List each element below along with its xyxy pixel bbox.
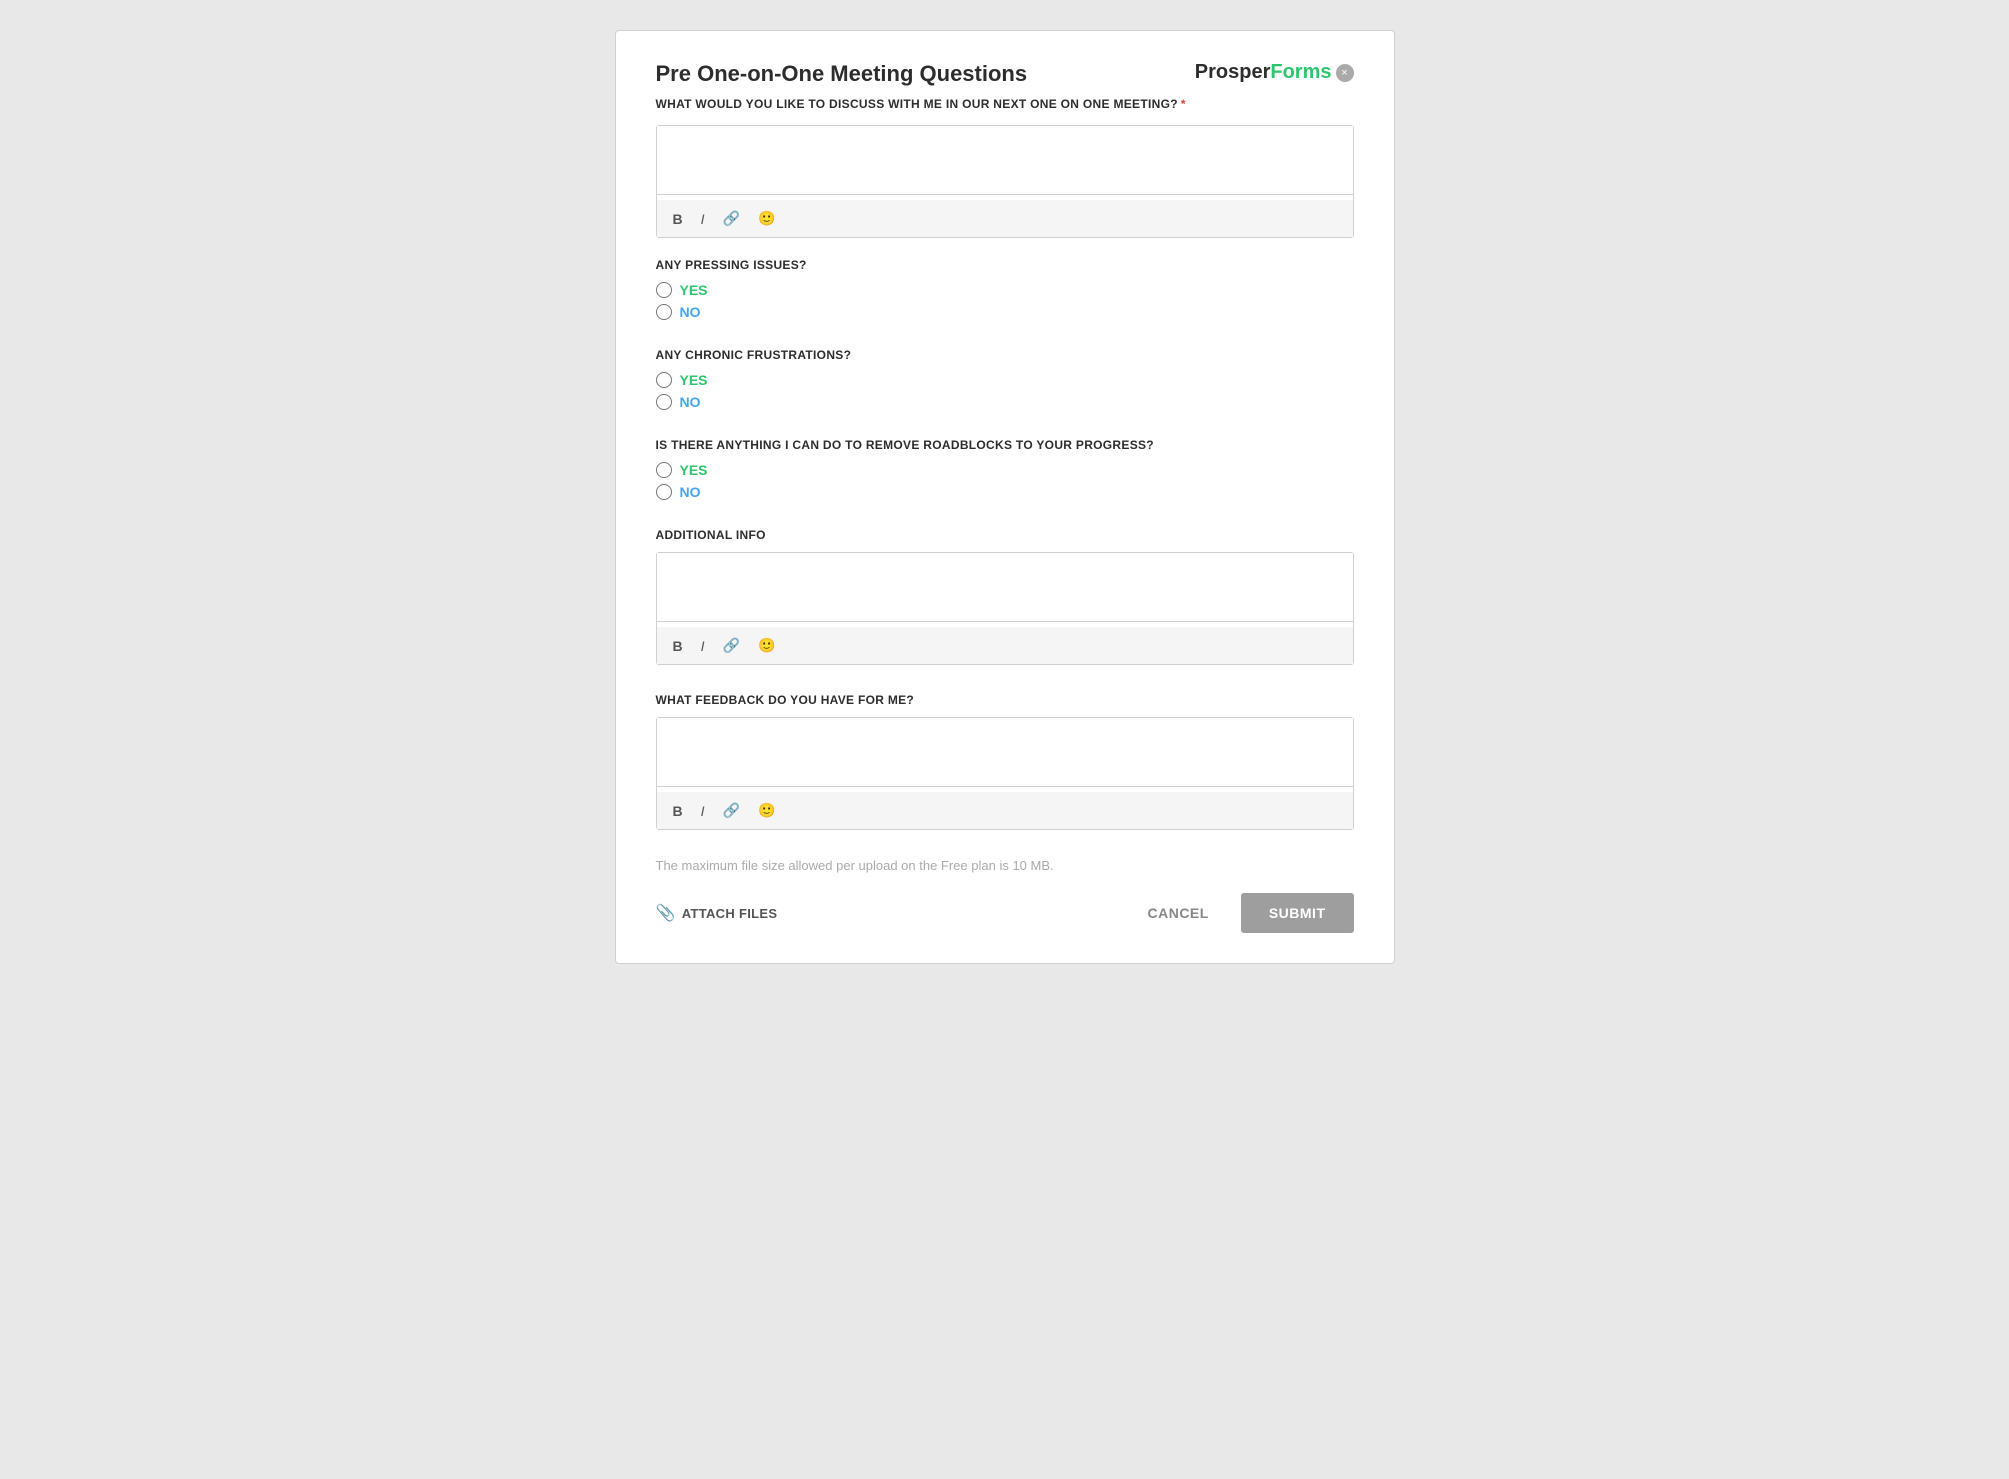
emoji-button-additional[interactable]: 🙂 — [754, 635, 779, 656]
roadblocks-no-option[interactable]: NO — [656, 484, 1354, 500]
emoji-button-discuss[interactable]: 🙂 — [754, 208, 779, 229]
discuss-editor: B I 🔗 🙂 — [656, 125, 1354, 238]
discuss-input[interactable] — [657, 126, 1353, 195]
discuss-toolbar: B I 🔗 🙂 — [657, 200, 1353, 237]
additional-info-label: ADDITIONAL INFO — [656, 528, 1354, 542]
link-button-discuss[interactable]: 🔗 — [719, 208, 744, 229]
additional-info-toolbar: B I 🔗 🙂 — [657, 627, 1353, 664]
chronic-frustrations-yes-label: YES — [680, 372, 708, 388]
pressing-issues-no-option[interactable]: NO — [656, 304, 1354, 320]
chronic-frustrations-section: ANY CHRONIC FRUSTRATIONS? YES NO — [656, 348, 1354, 410]
pressing-issues-section: ANY PRESSING ISSUES? YES NO — [656, 258, 1354, 320]
roadblocks-yes-radio[interactable] — [656, 462, 672, 478]
footer: 📎 ATTACH FILES CANCEL SUBMIT — [656, 893, 1354, 933]
additional-info-input[interactable] — [657, 553, 1353, 622]
chronic-frustrations-no-radio[interactable] — [656, 394, 672, 410]
chronic-frustrations-yes-option[interactable]: YES — [656, 372, 1354, 388]
roadblocks-label: IS THERE ANYTHING I CAN DO TO REMOVE ROA… — [656, 438, 1354, 452]
discuss-section: WHAT WOULD YOU LIKE TO DISCUSS WITH ME I… — [656, 97, 1354, 238]
brand-forms: Forms — [1270, 61, 1331, 84]
roadblocks-no-radio[interactable] — [656, 484, 672, 500]
italic-button-discuss[interactable]: I — [697, 209, 709, 229]
chronic-frustrations-no-option[interactable]: NO — [656, 394, 1354, 410]
feedback-section: WHAT FEEDBACK DO YOU HAVE FOR ME? B I 🔗 … — [656, 693, 1354, 830]
attach-files-label: ATTACH FILES — [682, 906, 778, 921]
attach-files-button[interactable]: 📎 ATTACH FILES — [656, 903, 778, 923]
discuss-label: WHAT WOULD YOU LIKE TO DISCUSS WITH ME I… — [656, 97, 1354, 111]
file-size-info: The maximum file size allowed per upload… — [656, 858, 1354, 873]
brand-prosper: Prosper — [1195, 61, 1271, 84]
footer-actions: CANCEL SUBMIT — [1131, 893, 1353, 933]
bold-button-additional[interactable]: B — [669, 636, 687, 656]
italic-button-feedback[interactable]: I — [697, 801, 709, 821]
link-button-feedback[interactable]: 🔗 — [719, 800, 744, 821]
feedback-label: WHAT FEEDBACK DO YOU HAVE FOR ME? — [656, 693, 1354, 707]
bold-button-feedback[interactable]: B — [669, 801, 687, 821]
additional-info-editor: B I 🔗 🙂 — [656, 552, 1354, 665]
pressing-issues-no-radio[interactable] — [656, 304, 672, 320]
required-star: * — [1181, 97, 1186, 111]
roadblocks-no-label: NO — [680, 484, 701, 500]
form-title: Pre One-on-One Meeting Questions — [656, 61, 1028, 87]
roadblocks-yes-option[interactable]: YES — [656, 462, 1354, 478]
italic-button-additional[interactable]: I — [697, 636, 709, 656]
pressing-issues-yes-radio[interactable] — [656, 282, 672, 298]
chronic-frustrations-yes-radio[interactable] — [656, 372, 672, 388]
form-title-group: Pre One-on-One Meeting Questions — [656, 61, 1028, 87]
close-button[interactable]: × — [1336, 64, 1354, 82]
submit-button[interactable]: SUBMIT — [1241, 893, 1354, 933]
pressing-issues-yes-label: YES — [680, 282, 708, 298]
paperclip-icon: 📎 — [656, 903, 676, 923]
feedback-toolbar: B I 🔗 🙂 — [657, 792, 1353, 829]
cancel-button[interactable]: CANCEL — [1131, 895, 1224, 931]
additional-info-section: ADDITIONAL INFO B I 🔗 🙂 — [656, 528, 1354, 665]
header: Pre One-on-One Meeting Questions Prosper… — [656, 61, 1354, 87]
bold-button-discuss[interactable]: B — [669, 209, 687, 229]
chronic-frustrations-label: ANY CHRONIC FRUSTRATIONS? — [656, 348, 1354, 362]
chronic-frustrations-no-label: NO — [680, 394, 701, 410]
roadblocks-section: IS THERE ANYTHING I CAN DO TO REMOVE ROA… — [656, 438, 1354, 500]
pressing-issues-label: ANY PRESSING ISSUES? — [656, 258, 1354, 272]
emoji-button-feedback[interactable]: 🙂 — [754, 800, 779, 821]
link-button-additional[interactable]: 🔗 — [719, 635, 744, 656]
feedback-editor: B I 🔗 🙂 — [656, 717, 1354, 830]
pressing-issues-no-label: NO — [680, 304, 701, 320]
pressing-issues-yes-option[interactable]: YES — [656, 282, 1354, 298]
modal-container: Pre One-on-One Meeting Questions Prosper… — [615, 30, 1395, 964]
feedback-input[interactable] — [657, 718, 1353, 787]
roadblocks-yes-label: YES — [680, 462, 708, 478]
brand-container: Prosper Forms × — [1195, 61, 1354, 84]
